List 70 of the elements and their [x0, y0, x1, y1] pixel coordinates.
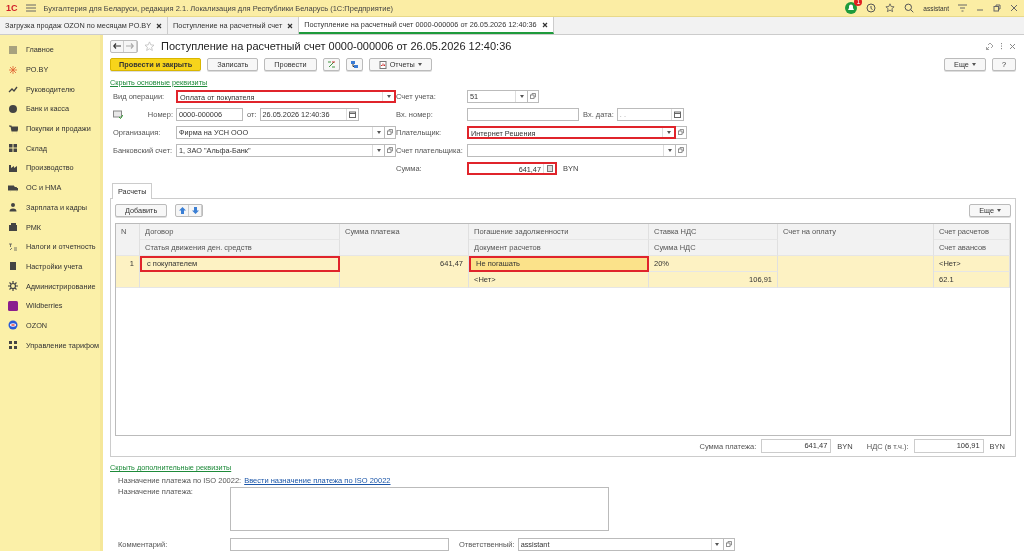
windows-icon	[678, 147, 684, 154]
star-icon[interactable]	[885, 3, 896, 13]
caret-icon	[376, 148, 381, 152]
caret-icon	[971, 63, 976, 67]
person-icon	[8, 202, 18, 213]
back-button[interactable]	[111, 40, 124, 52]
caret-icon	[666, 130, 671, 134]
ledger-icon	[326, 60, 336, 70]
close-icon[interactable]	[156, 22, 163, 29]
ozon-icon	[8, 320, 18, 331]
register-icon	[8, 222, 18, 233]
tiles-icon	[8, 340, 18, 351]
star-icon[interactable]	[144, 40, 155, 52]
grid-icon	[8, 143, 18, 154]
comment-field[interactable]	[230, 537, 449, 551]
dropdown-button[interactable]	[372, 144, 384, 156]
cart-icon	[8, 123, 18, 134]
caret-icon	[997, 208, 1001, 212]
tax-icon	[8, 241, 18, 252]
more-icon[interactable]	[1000, 41, 1003, 51]
windows-icon	[725, 541, 732, 548]
link-icon[interactable]	[985, 41, 994, 51]
caret-icon	[519, 94, 524, 98]
caret-icon	[386, 94, 391, 98]
structure-icon	[349, 60, 359, 70]
purpose-field[interactable]	[230, 487, 609, 532]
open-button[interactable]	[385, 143, 396, 157]
windows-icon	[387, 129, 393, 136]
history-icon[interactable]	[866, 3, 877, 13]
dropdown-button[interactable]	[515, 90, 527, 102]
dropdown-button[interactable]	[382, 91, 394, 101]
caret-icon	[715, 542, 720, 546]
close-icon[interactable]	[541, 21, 548, 28]
settings-icon[interactable]	[958, 4, 967, 12]
report-icon	[378, 60, 387, 69]
truck-icon	[8, 182, 18, 193]
open-button[interactable]	[528, 89, 539, 103]
move-up-button[interactable]	[176, 204, 190, 216]
app-logo: 1С	[6, 3, 18, 13]
coin-icon	[8, 103, 18, 114]
restore-icon[interactable]	[993, 4, 1001, 12]
factory-icon	[8, 162, 18, 173]
close-icon[interactable]	[287, 22, 294, 29]
dropdown-button[interactable]	[372, 126, 384, 138]
calculator-icon[interactable]	[543, 163, 555, 173]
open-button[interactable]	[385, 125, 396, 139]
open-button[interactable]	[723, 537, 735, 551]
book-icon	[8, 261, 18, 272]
document-icon	[113, 109, 123, 119]
windows-icon	[530, 93, 536, 100]
open-button[interactable]	[676, 143, 687, 157]
spark-icon	[8, 64, 18, 75]
dropdown-button[interactable]	[662, 127, 674, 137]
windows-icon	[678, 129, 684, 136]
calendar-icon[interactable]	[345, 108, 358, 120]
dropdown-button[interactable]	[663, 144, 675, 156]
search-icon[interactable]	[904, 3, 915, 13]
calendar-icon[interactable]	[670, 108, 683, 120]
windows-icon	[387, 147, 393, 154]
input-field[interactable]	[467, 107, 579, 121]
trend-icon	[8, 84, 18, 95]
caret-icon	[417, 63, 422, 67]
structure-button[interactable]	[345, 58, 363, 72]
caret-icon	[376, 130, 381, 134]
caret-icon	[667, 148, 672, 152]
document-title: Поступление на расчетный счет 0000-000006 от 26.05.2026 12:40:36	[161, 40, 512, 53]
ledger-button[interactable]	[322, 58, 340, 72]
input-field[interactable]	[467, 143, 676, 157]
gear-icon	[8, 281, 18, 292]
open-button[interactable]	[676, 125, 687, 139]
